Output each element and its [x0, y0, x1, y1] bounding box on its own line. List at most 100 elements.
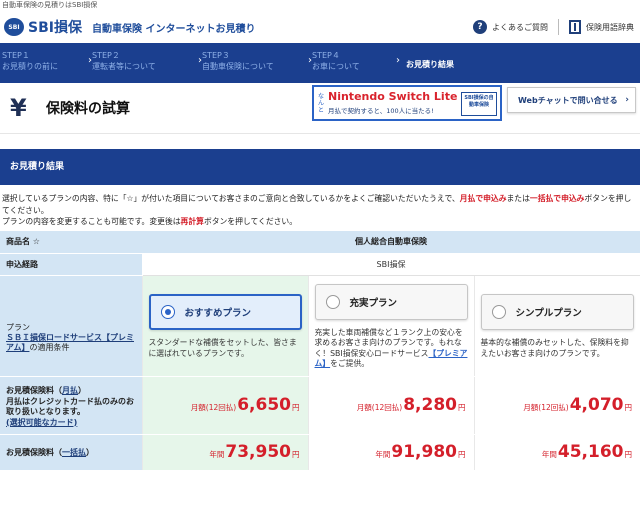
currency-unit: 円: [292, 450, 300, 459]
instr-text-2: または: [506, 194, 530, 203]
plan-cell-simple: シンプルプラン 基本的な補償のみセットした、保険料を抑えたいお客さま向けのプラン…: [473, 275, 640, 377]
plan-recommended-desc: スタンダードな補償をセットした、皆さまに選ばれているプランです。: [148, 338, 297, 358]
radio-selected-icon: [160, 305, 175, 319]
section-divider: [0, 133, 640, 149]
title-bar: ¥ 保険料の試算 なんと Nintendo Switch Lite 月払で契約す…: [0, 83, 640, 133]
annual-prefix: 年間: [209, 450, 225, 459]
step-2-label: 運転者等について: [92, 62, 156, 71]
annual-label: お見積保険料（一括払）: [0, 434, 142, 471]
top-note: 自動車保険の見積りはSBI損保: [2, 1, 98, 9]
plan-recommended-name: おすすめプラン: [184, 308, 252, 319]
annual-value: 73,950: [225, 442, 291, 462]
step-3: STEP３ 自動車保険について ›: [200, 43, 312, 83]
price-annual-simple: 年間45,160円: [473, 433, 640, 471]
logo-mark-icon: SBI: [4, 18, 24, 36]
price-monthly-recommended: 月額(12回払)6,650円: [141, 375, 308, 435]
plan-label-text: プラン: [6, 322, 30, 332]
header-subtitle: 自動車保険 インターネットお見積り: [91, 23, 256, 35]
plan-simple-button[interactable]: シンプルプラン: [480, 294, 634, 330]
instr-recalc: 再計算: [180, 217, 204, 226]
step-2-number: STEP２: [92, 51, 120, 60]
table-row-monthly: お見積保険料（月払） 月払はクレジットカード払のみのお取り扱いとなります。 (選…: [0, 375, 640, 435]
plan-simple-desc: 基本的な補償のみセットした、保険料を抑えたいお客さま向けのプランです。: [480, 338, 629, 358]
monthly-value: 4,070: [569, 395, 624, 415]
banner-line: 月払で契約すると、100人に当たる!: [328, 107, 434, 115]
step-1-label: お見積りの前に: [2, 62, 58, 71]
annual-label-a: お見積保険料（: [6, 447, 62, 457]
route-label: 申込経路: [0, 253, 142, 276]
instr-text-1: 選択しているプランの内容、特に「☆」が付いた項目についてお客さまのご意向と合致し…: [2, 194, 460, 203]
chevron-right-icon: ›: [625, 95, 629, 105]
annual-value: 91,980: [391, 442, 457, 462]
plan-enhanced-desc-b: をご提供。: [330, 359, 370, 368]
instr-lumpsum: 一括払で申込み: [529, 194, 585, 203]
banner-badge: SBI損保の自動車保険: [461, 92, 497, 116]
monthly-label-a: お見積保険料（: [6, 386, 62, 395]
route-value: SBI損保: [142, 253, 640, 276]
monthly-prefix: 月額(12回払): [523, 403, 569, 412]
plan-recommended-button[interactable]: おすすめプラン: [148, 294, 302, 330]
plan-enhanced-name: 充実プラン: [349, 297, 398, 309]
step-1-number: STEP１: [2, 51, 30, 60]
faq-link[interactable]: よくあるご質問: [492, 22, 548, 33]
web-chat-button[interactable]: Webチャットで問い合せる ›: [507, 87, 636, 113]
radio-unselected-icon: [325, 294, 340, 309]
step-3-number: STEP３: [202, 51, 230, 60]
step-progress-bar: STEP１ お見積りの前に › STEP２ 運転者等について › STEP３ 自…: [0, 43, 640, 83]
header-divider: [558, 19, 559, 35]
book-icon: [569, 20, 581, 34]
annual-label-b: ）: [86, 447, 94, 457]
plan-row-label: プラン ＳＢＩ損保ロードサービス【プレミアム】の適用条件: [0, 275, 142, 377]
plan-simple-name: シンプルプラン: [515, 308, 582, 319]
currency-unit: 円: [458, 403, 466, 412]
product-label: 商品名 ☆: [0, 231, 142, 254]
step-3-label: 自動車保険について: [202, 62, 274, 71]
table-row-route: 申込経路 SBI損保: [0, 253, 640, 276]
campaign-banner[interactable]: なんと Nintendo Switch Lite 月払で契約すると、100人に当…: [312, 85, 502, 121]
currency-unit: 円: [624, 403, 633, 412]
monthly-prefix: 月額(12回払): [356, 403, 403, 412]
banner-product: Nintendo Switch Lite: [328, 90, 458, 103]
product-value: 個人総合自動車保険: [142, 231, 640, 254]
step-4-number: STEP４: [312, 51, 340, 60]
table-row-annual: お見積保険料（一括払） 年間73,950円 年間91,980円 年間45,160…: [0, 433, 640, 471]
currency-unit: 円: [624, 450, 633, 459]
glossary-link[interactable]: 保険用語辞典: [586, 22, 634, 33]
site-header: SBI SBI損保 自動車保険 インターネットお見積り ? よくあるご質問 保険…: [0, 11, 640, 43]
currency-unit: 円: [292, 403, 300, 412]
monthly-note: 月払はクレジットカード払のみのお取り扱いとなります。: [6, 396, 134, 417]
annual-prefix: 年間: [375, 450, 391, 459]
radio-unselected-icon: [491, 305, 506, 319]
step-2: STEP２ 運転者等について ›: [90, 43, 202, 83]
step-4: STEP４ お車について ›: [310, 43, 400, 83]
plan-enhanced-button[interactable]: 充実プラン: [314, 283, 468, 320]
table-row-plan: プラン ＳＢＩ損保ロードサービス【プレミアム】の適用条件 おすすめプラン スタン…: [0, 275, 640, 377]
step-4-label: お車について: [312, 62, 360, 71]
table-row-product: 商品名 ☆ 個人総合自動車保険: [0, 231, 640, 254]
plan-enhanced-desc: 充実した車両補償など１ランク上の安心を求めるお客さま向けのプランです。もれなく！…: [315, 328, 468, 370]
currency-unit: 円: [458, 450, 466, 459]
banner-vertical-text: なんと: [318, 92, 325, 114]
result-section-header: お見積り結果: [0, 149, 640, 185]
question-icon: ?: [473, 20, 487, 34]
selectable-cards-link[interactable]: (選択可能なカード): [6, 418, 77, 427]
instructions-text: 選択しているプランの内容、特に「☆」が付いた項目についてお客さまのご意向と合致し…: [0, 185, 640, 231]
instr-monthly: 月払で申込み: [459, 194, 507, 203]
road-service-link[interactable]: ＳＢＩ損保ロードサービス【プレミアム】: [6, 333, 134, 352]
step-result: お見積り結果: [398, 43, 528, 83]
monthly-link[interactable]: 月払: [62, 386, 78, 395]
price-monthly-simple: 月額(12回払)4,070円: [473, 375, 640, 435]
step-result-label: お見積り結果: [406, 60, 454, 69]
step-1: STEP１ お見積りの前に ›: [0, 43, 92, 83]
web-chat-label: Webチャットで問い合せる: [518, 95, 618, 105]
price-monthly-enhanced: 月額(12回払)8,280円: [307, 375, 474, 435]
annual-link[interactable]: 一括払: [62, 448, 86, 457]
quote-table: 商品名 ☆ 個人総合自動車保険 申込経路 SBI損保 プラン ＳＢＩ損保ロードサ…: [0, 231, 640, 471]
instr-text-4: プランの内容を変更することも可能です。変更後は: [2, 217, 181, 226]
monthly-prefix: 月額(12回払): [190, 403, 237, 412]
price-annual-enhanced: 年間91,980円: [307, 433, 474, 471]
plan-cell-recommended: おすすめプラン スタンダードな補償をセットした、皆さまに選ばれているプランです。: [141, 275, 308, 377]
plan-cell-enhanced: 充実プラン 充実した車両補償など１ランク上の安心を求めるお客さま向けのプランです…: [307, 275, 474, 377]
page-title: 保険料の試算: [46, 101, 130, 117]
logo[interactable]: SBI SBI損保: [4, 17, 82, 37]
